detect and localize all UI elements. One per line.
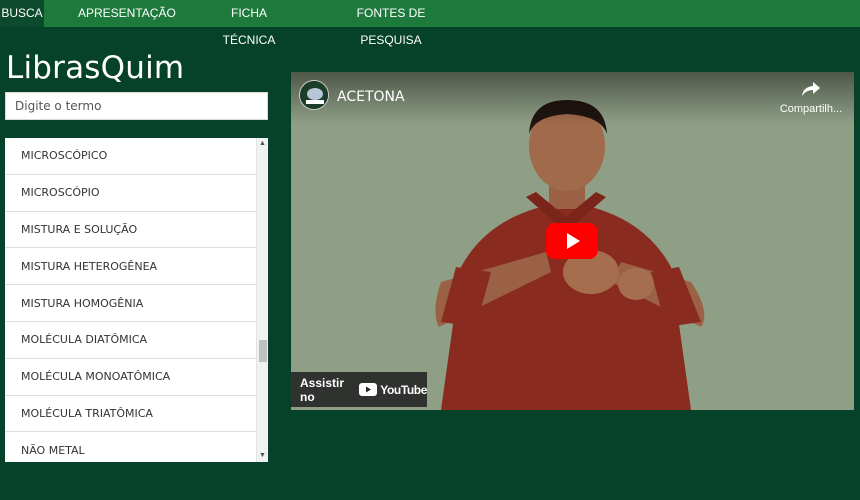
channel-avatar[interactable] bbox=[299, 80, 329, 110]
term-list-item[interactable]: MISTURA E SOLUÇÃO bbox=[5, 212, 256, 249]
term-list-item[interactable]: NÃO METAL bbox=[5, 432, 256, 462]
term-list: MICROSCÓPICO MICROSCÓPIO MISTURA E SOLUÇÃO… bbox=[5, 138, 268, 462]
scrollbar-thumb[interactable] bbox=[259, 340, 267, 362]
search-input[interactable] bbox=[5, 92, 268, 120]
term-list-item[interactable]: MOLÉCULA MONOATÔMICA bbox=[5, 359, 256, 396]
video-player[interactable]: ACETONA Compartilh... Assistir no YouTub… bbox=[291, 72, 854, 410]
term-list-item[interactable]: MISTURA HETEROGÊNEA bbox=[5, 248, 256, 286]
share-label: Compartilh... bbox=[779, 103, 843, 115]
term-list-item[interactable]: MICROSCÓPICO bbox=[5, 138, 256, 175]
share-button[interactable]: Compartilh... bbox=[776, 82, 846, 115]
term-list-item[interactable]: MISTURA HOMOGÊNIA bbox=[5, 285, 256, 322]
watch-on-label: Assistir no bbox=[300, 375, 345, 404]
scroll-down-arrow-icon[interactable]: ▼ bbox=[257, 450, 268, 462]
nav-tab-fontes-de-pesquisa[interactable]: FONTES DE PESQUISA bbox=[328, 0, 454, 47]
nav-tab-ficha-tecnica[interactable]: FICHA TÉCNICA bbox=[204, 0, 294, 47]
nav-tab-apresentacao[interactable]: APRESENTAÇÃO bbox=[78, 0, 176, 27]
term-list-item[interactable]: MICROSCÓPIO bbox=[5, 175, 256, 212]
list-scrollbar[interactable]: ▲ ▼ bbox=[256, 138, 268, 462]
term-list-item[interactable]: MOLÉCULA DIATÔMICA bbox=[5, 322, 256, 359]
scroll-up-arrow-icon[interactable]: ▲ bbox=[257, 138, 268, 150]
term-list-item[interactable]: MOLÉCULA TRIATÔMICA bbox=[5, 396, 256, 433]
top-navigation: BUSCA APRESENTAÇÃO FICHA TÉCNICA FONTES … bbox=[0, 0, 860, 47]
site-title: LibrasQuim bbox=[6, 50, 185, 86]
nav-tab-busca[interactable]: BUSCA bbox=[0, 0, 44, 27]
youtube-logo-icon: YouTube bbox=[359, 383, 427, 397]
youtube-wordmark: YouTube bbox=[380, 382, 427, 397]
watch-on-youtube-button[interactable]: Assistir no YouTube bbox=[291, 372, 427, 407]
play-button-icon[interactable] bbox=[546, 223, 598, 259]
share-arrow-icon bbox=[802, 82, 820, 96]
term-list-items: MICROSCÓPICO MICROSCÓPIO MISTURA E SOLUÇÃO… bbox=[5, 138, 256, 462]
video-title[interactable]: ACETONA bbox=[337, 89, 405, 105]
